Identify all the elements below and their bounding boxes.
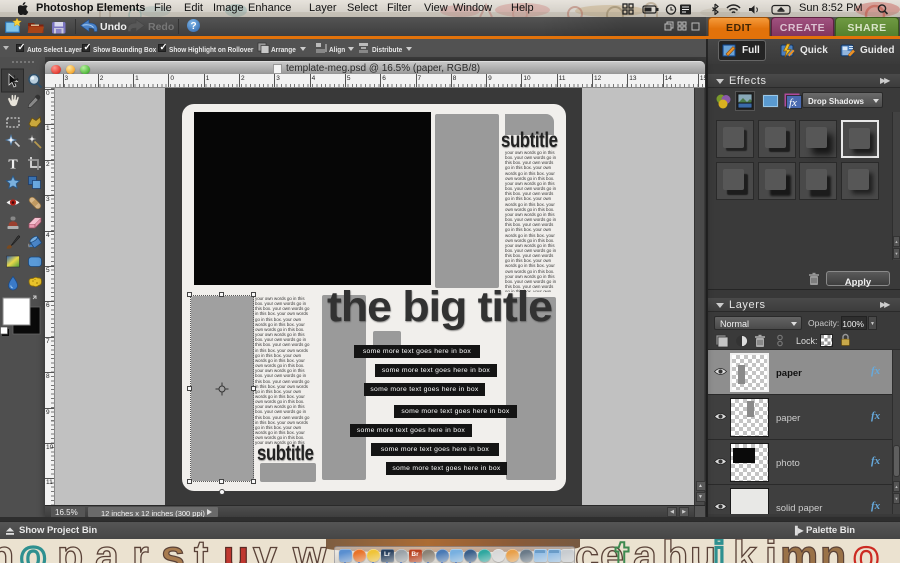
svg-text:fx: fx [789,97,797,109]
svg-text:T: T [8,158,18,173]
